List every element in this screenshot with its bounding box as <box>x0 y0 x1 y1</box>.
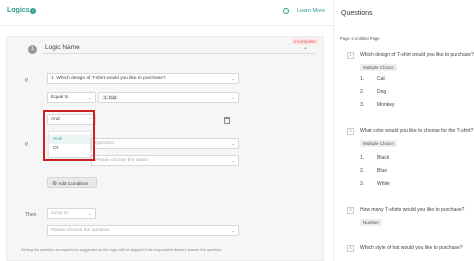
jump-to-select[interactable]: Jump to ⌄ <box>47 208 96 219</box>
question-text[interactable]: Which style of hat would you like to pur… <box>360 245 463 251</box>
question-text[interactable]: What color would you like to choose for … <box>360 128 473 134</box>
option-text: Blue <box>377 168 388 174</box>
option-number: 1. <box>360 155 365 161</box>
questions-title: Questions <box>341 10 373 17</box>
question-text[interactable]: Which design of T-shirt would you like t… <box>360 52 474 58</box>
add-condition-button[interactable]: ⊕Add Condition <box>47 177 97 188</box>
question-type: Multiple Choice <box>360 140 397 147</box>
app-root: Logics ? Learn More Incomplete 1 Logic N… <box>0 0 474 261</box>
chevron-down-icon: ⌄ <box>231 228 235 233</box>
chevron-down-icon: ⌄ <box>231 95 235 100</box>
learn-more-link[interactable]: Learn More <box>297 8 325 14</box>
jump-to-value: Jump to <box>51 211 69 216</box>
jump-target-select[interactable]: Please choose the question ⌄ <box>47 225 239 236</box>
question-number: 1 <box>347 52 354 59</box>
value-select[interactable]: 1. Cat ⌄ <box>98 92 239 103</box>
option-text: Black <box>377 155 390 161</box>
option-number: 2. <box>360 89 365 95</box>
connector-option-or[interactable]: Or <box>49 144 90 153</box>
chevron-down-icon: ⌄ <box>88 211 92 216</box>
option-number: 3. <box>360 102 365 108</box>
option-text: Dog <box>377 89 387 95</box>
question-number: 2 <box>347 128 354 135</box>
option-number: 3. <box>360 181 365 187</box>
then-label: Then <box>25 212 37 218</box>
if2-question-placeholder: Question <box>95 141 115 146</box>
if-label: If <box>25 78 28 84</box>
required-note: Setting the question as required is sugg… <box>21 248 223 252</box>
if-label-2: If <box>25 142 28 148</box>
if-question-select[interactable]: 1. Which design of T-shirt would you lik… <box>47 73 239 84</box>
chevron-down-icon: ⌄ <box>231 158 235 163</box>
chevron-down-icon: ⌄ <box>88 95 92 100</box>
logics-header: Logics ? Learn More <box>0 0 333 26</box>
logic-name-input[interactable]: Logic Name <box>43 42 315 54</box>
question-type: Multiple Choice <box>360 64 397 71</box>
option-number: 1. <box>360 76 365 82</box>
chevron-down-icon[interactable]: ⌄ <box>303 44 308 51</box>
if2-option-select[interactable]: Please choose the option ⌄ <box>91 155 239 166</box>
logics-title: Logics <box>7 7 30 14</box>
value-chip: 1. Cat <box>102 95 119 100</box>
trash-icon[interactable] <box>224 117 230 124</box>
logics-panel: Logics ? Learn More Incomplete 1 Logic N… <box>0 0 333 261</box>
question-text[interactable]: How many T-shirts would you like to purc… <box>360 207 464 213</box>
if2-question-select[interactable]: Question ⌄ <box>91 138 239 149</box>
plus-icon: ⊕ <box>52 181 58 187</box>
help-icon[interactable]: ? <box>30 8 36 14</box>
connector-dropdown-menu: And Or <box>48 131 91 158</box>
option-number: 2. <box>360 168 365 174</box>
question-type: Number <box>360 219 383 226</box>
option-text: White <box>377 181 390 187</box>
question-number: 4 <box>347 245 354 252</box>
question-number: 3 <box>347 207 354 214</box>
page-label: Page 1 Untitled Page <box>340 36 380 41</box>
jump-target-placeholder: Please choose the question <box>51 228 110 233</box>
connector-option-and[interactable]: And <box>49 135 90 144</box>
operator-value: Equal to <box>51 95 69 100</box>
questions-panel: Questions Page 1 Untitled Page 1 Which d… <box>333 0 474 261</box>
if2-option-placeholder: Please choose the option <box>95 158 149 163</box>
option-text: Monkey <box>377 102 395 108</box>
option-text: Cat <box>377 76 385 82</box>
chevron-down-icon: ⌄ <box>231 76 235 81</box>
add-condition-label: Add Condition <box>58 182 89 187</box>
operator-select[interactable]: Equal to ⌄ <box>47 92 96 103</box>
info-icon <box>283 8 289 14</box>
chevron-down-icon: ⌄ <box>231 141 235 146</box>
logic-number: 1 <box>28 45 37 54</box>
if-question-value: 1. Which design of T-shirt would you lik… <box>51 76 166 81</box>
